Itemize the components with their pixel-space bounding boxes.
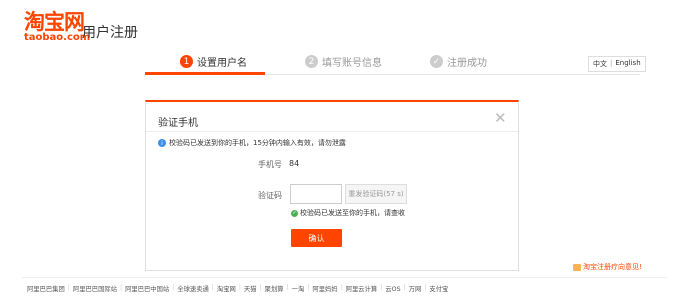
lang-english-link[interactable]: English: [615, 59, 640, 69]
footer-link[interactable]: 天猫: [241, 284, 260, 293]
verification-code-input[interactable]: [290, 184, 342, 204]
dialog-title: 验证手机: [158, 118, 198, 129]
code-label: 验证码: [258, 191, 282, 200]
lang-separator: |: [610, 59, 613, 67]
step-fill-account-info: 2 填写账号信息: [305, 54, 382, 69]
step-label: 注册成功: [447, 58, 487, 69]
active-step-indicator: [145, 72, 265, 75]
footer-link[interactable]: 全球速卖通: [174, 284, 211, 293]
footer-link[interactable]: 阿里云计算: [343, 284, 380, 293]
footer-link[interactable]: 阿里巴巴国际站: [70, 284, 120, 293]
footer-divider: [22, 277, 667, 278]
info-icon: i: [158, 139, 166, 147]
footer-link[interactable]: 云OS: [382, 284, 403, 293]
footer-link[interactable]: 阿里妈妈: [309, 284, 340, 293]
step-number-icon: 2: [305, 55, 318, 68]
footer-link[interactable]: 支付宝: [426, 284, 451, 293]
footer-links: 阿里巴巴集团 | 阿里巴巴国际站 | 阿里巴巴中国站 | 全球速卖通 | 淘宝网 | 天猫…: [24, 284, 451, 293]
footer-link[interactable]: 聚划算: [262, 284, 287, 293]
step-label: 设置用户名: [197, 58, 247, 69]
phone-value: 84: [289, 159, 300, 168]
lang-chinese-link[interactable]: 中文: [593, 59, 607, 69]
code-sent-message: ✓ 校验码已发送至你的手机，请查收: [291, 208, 405, 218]
taobao-logo-domain[interactable]: taobao.com: [24, 32, 90, 44]
step-label: 填写账号信息: [322, 58, 382, 69]
taobao-logo[interactable]: 淘宝网: [24, 10, 85, 34]
feedback-icon: [573, 263, 581, 271]
page-title: 用户注册: [82, 25, 138, 41]
check-icon: ✓: [430, 55, 443, 68]
footer-link[interactable]: 阿里巴巴集团: [24, 284, 68, 293]
feedback-text: 淘宝注册疗向意见!: [583, 263, 642, 271]
language-switcher: 中文 | English: [588, 56, 646, 72]
step-registration-success: ✓ 注册成功: [430, 54, 487, 69]
code-sent-text: 校验码已发送至你的手机，请查收: [300, 209, 405, 217]
footer-link[interactable]: 淘宝网: [214, 284, 239, 293]
feedback-link[interactable]: 淘宝注册疗向意见!: [573, 262, 642, 272]
footer-link[interactable]: 一淘: [289, 284, 308, 293]
info-message: i 校验码已发送到你的手机，15分钟内输入有效，请勿泄露: [158, 138, 346, 148]
dialog-divider: [146, 131, 518, 132]
resend-code-button[interactable]: 重发验证码(57 s): [345, 184, 407, 204]
footer-link[interactable]: 阿里巴巴中国站: [122, 284, 172, 293]
close-icon[interactable]: ✕: [494, 111, 507, 126]
phone-label: 手机号: [258, 160, 282, 169]
step-number-icon: 1: [180, 55, 193, 68]
step-set-username: 1 设置用户名: [180, 54, 247, 69]
info-text: 校验码已发送到你的手机，15分钟内输入有效，请勿泄露: [169, 139, 346, 147]
check-circle-icon: ✓: [291, 209, 298, 217]
footer-link[interactable]: 万网: [406, 284, 425, 293]
confirm-button[interactable]: 确认: [291, 229, 342, 247]
verify-phone-dialog: 验证手机 ✕ i 校验码已发送到你的手机，15分钟内输入有效，请勿泄露 手机号 …: [145, 100, 519, 271]
